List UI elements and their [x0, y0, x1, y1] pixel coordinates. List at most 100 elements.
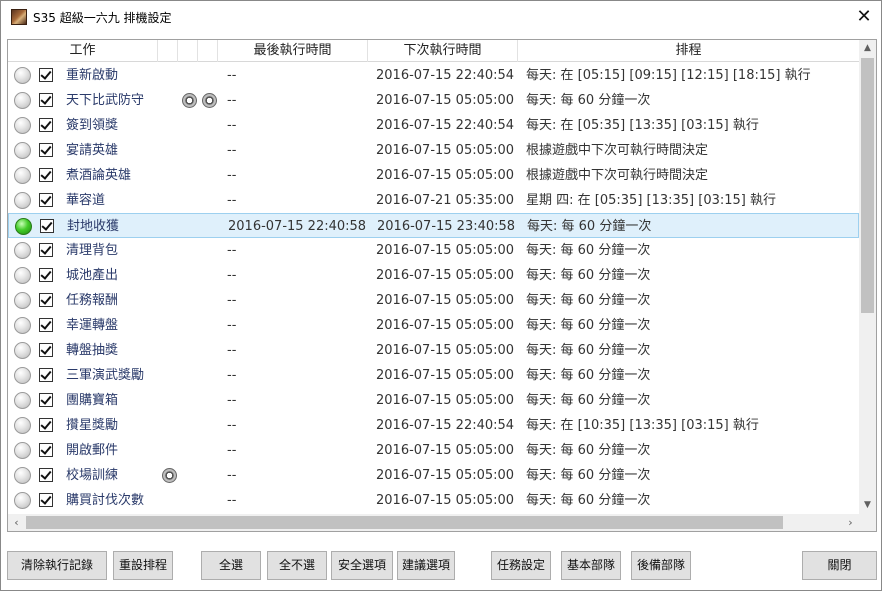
task-enabled-checkbox[interactable] — [39, 393, 53, 407]
table-row[interactable]: 校場訓練 -- 2016-07-15 05:05:00 每天: 每 60 分鐘一次 — [8, 463, 859, 488]
task-enabled-checkbox[interactable] — [39, 243, 53, 257]
column-header-task[interactable]: 工作 — [8, 40, 158, 62]
settings-window: S35 超級一六九 排機設定 ✕ 工作 最後執行時間 下次執行時間 排程 重新啟… — [0, 0, 882, 591]
task-enabled-checkbox[interactable] — [39, 418, 53, 432]
settings-icon[interactable] — [182, 93, 197, 108]
table-row[interactable]: 團購寶箱 -- 2016-07-15 05:05:00 每天: 每 60 分鐘一次 — [8, 388, 859, 413]
task-enabled-checkbox[interactable] — [39, 318, 53, 332]
settings-icon[interactable] — [162, 468, 177, 483]
close-window-button[interactable]: ✕ — [847, 3, 881, 31]
task-name: 城池產出 — [66, 268, 119, 283]
table-row[interactable]: 購買討伐次數 -- 2016-07-15 05:05:00 每天: 每 60 分鐘一次 — [8, 488, 859, 513]
table-row[interactable]: 重新啟動 -- 2016-07-15 22:40:54 每天: 在 [05:15] [… — [8, 63, 859, 88]
task-enabled-checkbox[interactable] — [39, 68, 53, 82]
next-run-time: 2016-07-15 05:05:00 — [376, 318, 515, 333]
task-enabled-checkbox[interactable] — [39, 293, 53, 307]
task-name: 簽到領獎 — [66, 118, 119, 133]
recommended-options-button[interactable]: 建議選項 — [397, 551, 455, 580]
table-row[interactable]: 幸運轉盤 -- 2016-07-15 05:05:00 每天: 每 60 分鐘一次 — [8, 313, 859, 338]
task-name: 宴請英雄 — [66, 143, 119, 158]
task-enabled-checkbox[interactable] — [39, 168, 53, 182]
window-title: S35 超級一六九 排機設定 — [33, 11, 172, 25]
column-header-icon-1[interactable] — [158, 40, 178, 62]
list-header: 工作 最後執行時間 下次執行時間 排程 — [8, 40, 859, 62]
backup-troops-button[interactable]: 後備部隊 — [631, 551, 691, 580]
table-row[interactable]: 封地收獲 2016-07-15 22:40:58 2016-07-15 23:40:… — [8, 213, 859, 238]
table-row[interactable]: 華容道 -- 2016-07-21 05:35:00 星期 四: 在 [05:35] … — [8, 188, 859, 213]
column-header-icon-3[interactable] — [198, 40, 218, 62]
close-button[interactable]: 關閉 — [802, 551, 877, 580]
status-light-off-icon — [14, 242, 31, 259]
task-list[interactable]: 工作 最後執行時間 下次執行時間 排程 重新啟動 -- 2016-07-15 22:… — [7, 39, 877, 532]
select-none-button[interactable]: 全不選 — [267, 551, 327, 580]
next-run-time: 2016-07-15 22:40:54 — [376, 118, 515, 133]
task-name: 轉盤抽獎 — [66, 343, 119, 358]
vertical-scroll-thumb[interactable] — [861, 58, 874, 313]
next-run-time: 2016-07-15 05:05:00 — [376, 243, 515, 258]
task-enabled-checkbox[interactable] — [39, 443, 53, 457]
horizontal-scrollbar[interactable]: ‹ › — [8, 514, 859, 531]
next-run-time: 2016-07-15 05:05:00 — [376, 143, 515, 158]
task-enabled-checkbox[interactable] — [39, 118, 53, 132]
task-name: 三軍演武獎勵 — [66, 368, 145, 383]
last-run-time: -- — [227, 368, 237, 383]
scroll-right-arrow-icon[interactable]: › — [842, 514, 859, 531]
table-row[interactable]: 開啟郵件 -- 2016-07-15 05:05:00 每天: 每 60 分鐘一次 — [8, 438, 859, 463]
vertical-scrollbar[interactable]: ▲ ▼ — [859, 40, 876, 514]
last-run-time: -- — [227, 293, 237, 308]
task-enabled-checkbox[interactable] — [39, 193, 53, 207]
basic-troops-button[interactable]: 基本部隊 — [561, 551, 621, 580]
task-enabled-checkbox[interactable] — [39, 493, 53, 507]
scroll-up-arrow-icon[interactable]: ▲ — [859, 40, 876, 57]
safe-options-button[interactable]: 安全選項 — [331, 551, 393, 580]
task-settings-button[interactable]: 任務設定 — [491, 551, 551, 580]
task-enabled-checkbox[interactable] — [40, 219, 54, 233]
reset-schedule-button[interactable]: 重設排程 — [113, 551, 173, 580]
table-row[interactable]: 宴請英雄 -- 2016-07-15 05:05:00 根據遊戲中下次可執行時間決定 — [8, 138, 859, 163]
task-enabled-checkbox[interactable] — [39, 93, 53, 107]
status-light-off-icon — [14, 192, 31, 209]
task-enabled-checkbox[interactable] — [39, 143, 53, 157]
next-run-time: 2016-07-15 05:05:00 — [376, 368, 515, 383]
column-header-next-run[interactable]: 下次執行時間 — [368, 40, 518, 62]
table-row[interactable]: 簽到領獎 -- 2016-07-15 22:40:54 每天: 在 [05:35] [… — [8, 113, 859, 138]
schedule-text: 每天: 每 60 分鐘一次 — [526, 493, 651, 508]
table-row[interactable]: 煮酒論英雄 -- 2016-07-15 05:05:00 根據遊戲中下次可執行時間決定 — [8, 163, 859, 188]
scrollbar-corner — [859, 514, 876, 531]
task-name: 校場訓練 — [66, 468, 119, 483]
table-row[interactable]: 清理背包 -- 2016-07-15 05:05:00 每天: 每 60 分鐘一次 — [8, 238, 859, 263]
title-bar: S35 超級一六九 排機設定 ✕ — [1, 1, 881, 33]
select-all-button[interactable]: 全選 — [201, 551, 261, 580]
table-row[interactable]: 攢星獎勵 -- 2016-07-15 22:40:54 每天: 在 [10:35] [… — [8, 413, 859, 438]
table-row[interactable]: 三軍演武獎勵 -- 2016-07-15 05:05:00 每天: 每 60 分鐘一次 — [8, 363, 859, 388]
schedule-text: 根據遊戲中下次可執行時間決定 — [526, 168, 709, 183]
last-run-time: -- — [227, 268, 237, 283]
task-enabled-checkbox[interactable] — [39, 468, 53, 482]
last-run-time: -- — [227, 143, 237, 158]
status-light-off-icon — [14, 292, 31, 309]
table-row[interactable]: 天下比武防守 -- 2016-07-15 05:05:00 每天: 每 60 分鐘一次 — [8, 88, 859, 113]
table-row[interactable]: 城池產出 -- 2016-07-15 05:05:00 每天: 每 60 分鐘一次 — [8, 263, 859, 288]
scroll-left-arrow-icon[interactable]: ‹ — [8, 514, 25, 531]
horizontal-scroll-thumb[interactable] — [26, 516, 783, 529]
last-run-time: -- — [227, 318, 237, 333]
task-name: 購買討伐次數 — [66, 493, 145, 508]
clear-log-button[interactable]: 清除執行記錄 — [7, 551, 107, 580]
task-name: 煮酒論英雄 — [66, 168, 132, 183]
column-header-icon-2[interactable] — [178, 40, 198, 62]
next-run-time: 2016-07-15 05:05:00 — [376, 293, 515, 308]
table-row[interactable]: 轉盤抽獎 -- 2016-07-15 05:05:00 每天: 每 60 分鐘一次 — [8, 338, 859, 363]
status-light-off-icon — [14, 417, 31, 434]
task-enabled-checkbox[interactable] — [39, 343, 53, 357]
next-run-time: 2016-07-15 22:40:54 — [376, 68, 515, 83]
column-header-schedule[interactable]: 排程 — [518, 40, 859, 62]
last-run-time: -- — [227, 193, 237, 208]
column-header-last-run[interactable]: 最後執行時間 — [218, 40, 368, 62]
scroll-down-arrow-icon[interactable]: ▼ — [859, 497, 876, 514]
status-light-off-icon — [14, 117, 31, 134]
task-enabled-checkbox[interactable] — [39, 268, 53, 282]
table-row[interactable]: 任務報酬 -- 2016-07-15 05:05:00 每天: 每 60 分鐘一次 — [8, 288, 859, 313]
status-light-on-icon — [15, 218, 32, 235]
settings-icon[interactable] — [202, 93, 217, 108]
task-enabled-checkbox[interactable] — [39, 368, 53, 382]
